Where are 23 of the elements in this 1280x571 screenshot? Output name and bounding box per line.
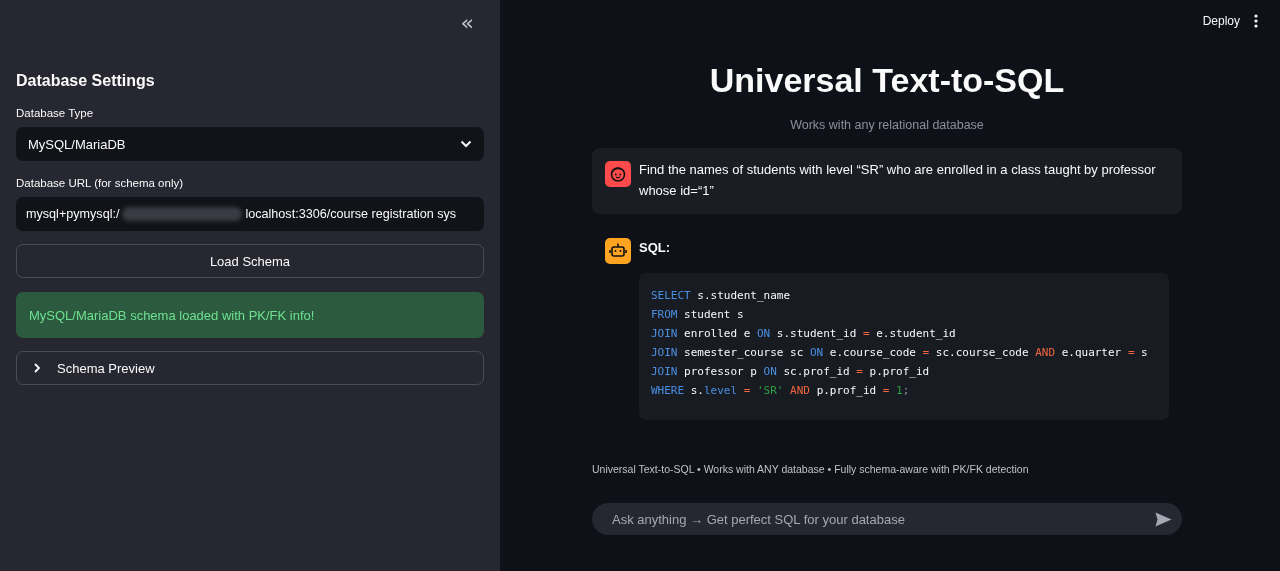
page-title: Universal Text-to-SQL	[708, 60, 1066, 100]
chevron-right-icon	[31, 362, 43, 374]
success-alert: MySQL/MariaDB schema loaded with PK/FK info!	[16, 292, 484, 338]
field-label: Database URL (for schema only)	[16, 177, 185, 189]
user-avatar-icon	[605, 161, 631, 187]
page-subtitle: Works with any relational database	[789, 118, 985, 132]
field-label: Database Type	[16, 107, 95, 119]
robot-avatar-icon	[605, 238, 631, 264]
load-schema-button[interactable]: Load Schema	[16, 244, 484, 278]
user-question: Find the names of students with level “SR” who are enrolled in a class taught by professor whose id=“1”	[639, 161, 1157, 200]
code-block: SELECT s.student_name FROM student s JOIN enrolled e ON s.student_id = e.student_id JOIN semester_course sc ON e.course_code = sc.course_code AND e.quarter = s JOIN professor p ON sc.prof_id = p.prof_id WHERE s.level = 'SR' AND p.prof_id = 1;	[639, 273, 1169, 420]
deploy-button[interactable]: Deploy	[1202, 13, 1240, 28]
database-type-select[interactable]: MySQL/MariaDB	[16, 127, 484, 161]
schema-preview-expander[interactable]: Schema Preview	[16, 351, 484, 385]
chat-input[interactable]: Ask anything → Get perfect SQL for your database	[592, 503, 1182, 535]
collapse-sidebar-button[interactable]: «	[454, 10, 480, 36]
send-icon[interactable]	[1155, 512, 1172, 527]
more-options-icon[interactable]	[1254, 13, 1258, 28]
sidebar-heading: Database Settings	[16, 72, 156, 90]
chevron-down-icon	[460, 140, 472, 148]
sql-label: SQL:	[639, 239, 672, 257]
database-url-input[interactable]: mysql+pymysql:/ localhost:3306/course registration sys	[16, 197, 484, 231]
footer-caption: Universal Text-to-SQL • Works with ANY database • Fully schema-aware with PK/FK detection	[592, 463, 1030, 475]
